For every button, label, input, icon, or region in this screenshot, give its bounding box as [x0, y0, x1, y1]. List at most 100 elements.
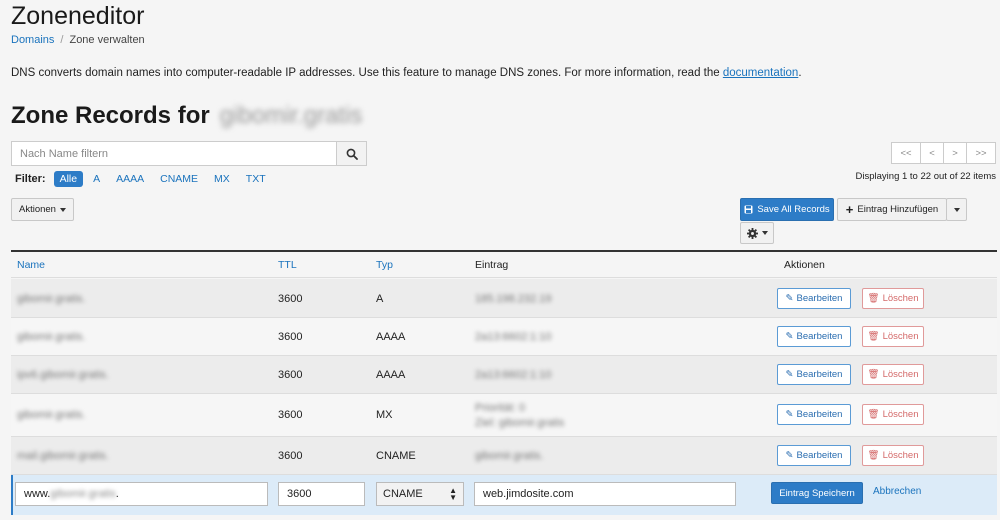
- last-page-button[interactable]: >>: [966, 142, 996, 164]
- table-row: gibomir.gratis. 3600 A 185.198.232.19 ✎ B…: [11, 279, 997, 318]
- domain-name-blurred: gibomir.gratis: [219, 102, 363, 129]
- record-value: 185.198.232.19: [475, 293, 552, 305]
- record-type: A: [376, 293, 384, 305]
- record-ttl: 3600: [278, 409, 303, 421]
- table-top-border: [11, 250, 997, 252]
- trash-icon: 🗑: [867, 293, 880, 304]
- trash-icon: 🗑: [867, 331, 880, 342]
- table-row: gibomir.gratis. 3600 AAAA 2a13:6602:1:10…: [11, 318, 997, 356]
- chevron-down-icon: [953, 207, 960, 212]
- edit-record-row: www. gibomir.gratis. 3600 CNAME ▲ ▼ web.ji…: [11, 475, 997, 515]
- save-icon: [744, 205, 753, 214]
- trash-icon: 🗑: [867, 450, 880, 461]
- table-row: mail.gibomir.gratis. 3600 CNAME gibomir.…: [11, 437, 997, 475]
- record-type: AAAA: [376, 369, 406, 381]
- page-title: Zoneneditor: [11, 2, 145, 30]
- delete-record-button[interactable]: 🗑 Löschen: [862, 404, 924, 425]
- pagination-info: Displaying 1 to 22 out of 22 items: [855, 171, 996, 182]
- chevron-down-icon: [59, 207, 66, 212]
- column-header-ttl[interactable]: TTL: [278, 259, 297, 271]
- search-bar: [11, 141, 367, 166]
- table-row: gibomir.gratis. 3600 MX Priorität: 0 Zie…: [11, 394, 997, 437]
- settings-dropdown-button[interactable]: [740, 222, 774, 244]
- pencil-icon: ✎: [785, 331, 794, 342]
- edit-record-button[interactable]: ✎ Bearbeiten: [777, 288, 851, 309]
- record-value-line2: Ziel: gibomir.gratis: [475, 417, 565, 429]
- delete-record-button[interactable]: 🗑 Löschen: [862, 445, 924, 466]
- cancel-edit-link[interactable]: Abbrechen: [873, 486, 921, 497]
- trash-icon: 🗑: [867, 369, 880, 380]
- breadcrumb-separator: /: [60, 34, 64, 46]
- save-record-button[interactable]: Eintrag Speichern: [771, 482, 863, 504]
- record-value: Priorität: 0: [475, 402, 526, 414]
- edit-name-blurred: gibomir.gratis: [50, 488, 116, 500]
- filter-a[interactable]: A: [87, 171, 106, 187]
- search-button[interactable]: [336, 141, 367, 166]
- filter-label: Filter:: [15, 173, 46, 185]
- record-name: gibomir.gratis.: [17, 293, 86, 305]
- edit-ttl-input[interactable]: 3600: [278, 482, 365, 506]
- filter-cname[interactable]: CNAME: [154, 171, 204, 187]
- breadcrumb-domains-link[interactable]: Domains: [11, 34, 54, 46]
- column-header-record: Eintrag: [475, 259, 509, 271]
- edit-name-input[interactable]: www. gibomir.gratis.: [15, 482, 268, 506]
- add-record-button[interactable]: + Eintrag Hinzufügen: [837, 198, 947, 221]
- column-header-type[interactable]: Typ: [376, 259, 393, 271]
- pencil-icon: ✎: [785, 293, 794, 304]
- delete-record-button[interactable]: 🗑 Löschen: [862, 288, 924, 309]
- breadcrumb-current: Zone verwalten: [69, 34, 145, 46]
- delete-record-button[interactable]: 🗑 Löschen: [862, 326, 924, 347]
- filter-mx[interactable]: MX: [208, 171, 236, 187]
- intro-text: DNS converts domain names into computer-…: [11, 67, 802, 79]
- add-record-dropdown-toggle[interactable]: [946, 198, 967, 221]
- record-value: 2a13:6602:1:10: [475, 331, 552, 343]
- next-page-button[interactable]: >: [943, 142, 967, 164]
- search-input[interactable]: [11, 141, 336, 166]
- record-ttl: 3600: [278, 293, 303, 305]
- record-name: ipv6.gibomir.gratis.: [17, 369, 109, 381]
- documentation-link[interactable]: documentation: [723, 67, 798, 79]
- select-arrows-icon: ▲ ▼: [449, 486, 457, 502]
- plus-icon: +: [845, 202, 854, 217]
- record-name: mail.gibomir.gratis.: [17, 450, 109, 462]
- filter-txt[interactable]: TXT: [240, 171, 272, 187]
- record-ttl: 3600: [278, 331, 303, 343]
- pencil-icon: ✎: [785, 409, 794, 420]
- gear-icon: [746, 227, 758, 239]
- filter-all[interactable]: Alle: [53, 171, 84, 187]
- pencil-icon: ✎: [785, 369, 794, 380]
- table-row: ipv6.gibomir.gratis. 3600 AAAA 2a13:6602…: [11, 356, 997, 394]
- save-all-records-button[interactable]: Save All Records: [740, 198, 834, 221]
- breadcrumb: Domains / Zone verwalten: [11, 34, 145, 46]
- column-header-actions: Aktionen: [784, 259, 825, 271]
- edit-record-input[interactable]: web.jimdosite.com: [474, 482, 736, 506]
- edit-record-button[interactable]: ✎ Bearbeiten: [777, 364, 851, 385]
- delete-record-button[interactable]: 🗑 Löschen: [862, 364, 924, 385]
- edit-record-button[interactable]: ✎ Bearbeiten: [777, 404, 851, 425]
- type-filter: Filter: Alle A AAAA CNAME MX TXT: [15, 171, 272, 187]
- actions-dropdown-button[interactable]: Aktionen: [11, 198, 74, 221]
- prev-page-button[interactable]: <: [920, 142, 944, 164]
- record-type: AAAA: [376, 331, 406, 343]
- section-title: Zone Records for gibomir.gratis: [11, 102, 363, 129]
- trash-icon: 🗑: [867, 409, 880, 420]
- edit-record-button[interactable]: ✎ Bearbeiten: [777, 445, 851, 466]
- record-ttl: 3600: [278, 369, 303, 381]
- pagination: << < > >>: [891, 142, 996, 164]
- edit-type-select[interactable]: CNAME ▲ ▼: [376, 482, 464, 506]
- filter-aaaa[interactable]: AAAA: [110, 171, 150, 187]
- edit-record-button[interactable]: ✎ Bearbeiten: [777, 326, 851, 347]
- record-ttl: 3600: [278, 450, 303, 462]
- record-name: gibomir.gratis.: [17, 409, 86, 421]
- header-divider: [11, 277, 997, 278]
- search-icon: [346, 148, 358, 160]
- record-type: CNAME: [376, 450, 416, 462]
- pencil-icon: ✎: [785, 450, 794, 461]
- record-type: MX: [376, 409, 393, 421]
- record-value: 2a13:6602:1:10: [475, 369, 552, 381]
- chevron-down-icon: [761, 231, 768, 235]
- column-header-name[interactable]: Name: [17, 259, 45, 271]
- record-name: gibomir.gratis.: [17, 331, 86, 343]
- first-page-button[interactable]: <<: [891, 142, 921, 164]
- record-value: gibomir.gratis.: [475, 450, 544, 462]
